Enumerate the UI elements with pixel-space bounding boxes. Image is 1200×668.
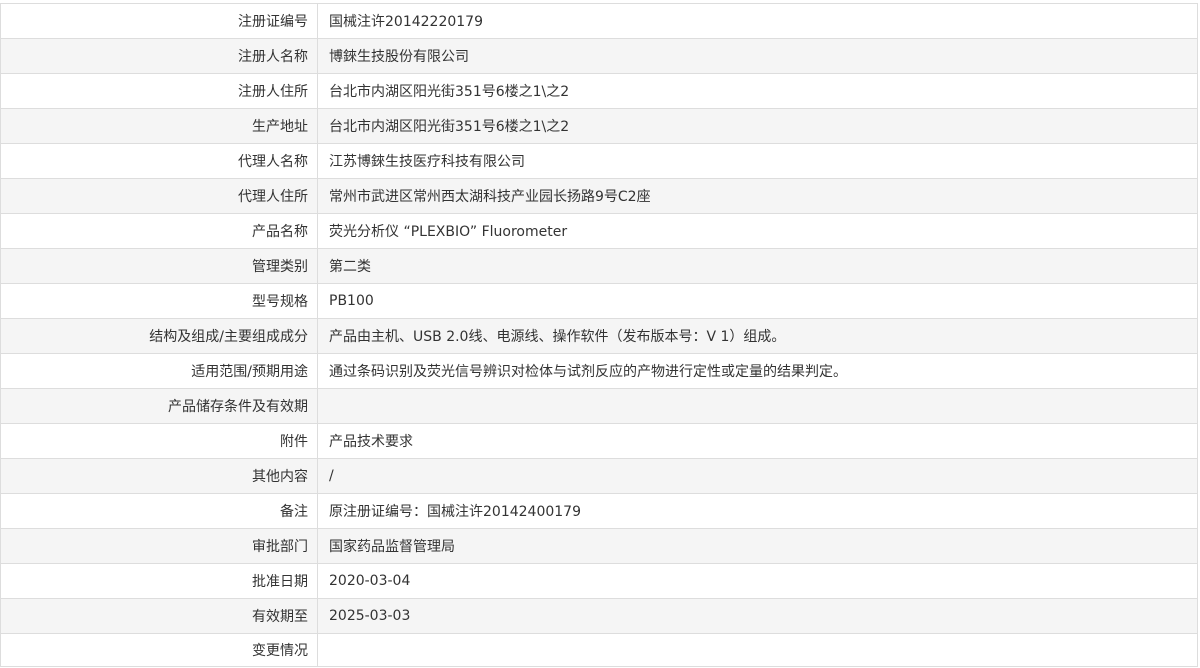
field-label: 注册人住所 (0, 73, 318, 109)
table-row: 附件 产品技术要求 (0, 423, 1198, 459)
field-label: 适用范围/预期用途 (0, 353, 318, 389)
field-value (317, 388, 1198, 424)
field-label: 有效期至 (0, 598, 318, 634)
table-row: 管理类别 第二类 (0, 248, 1198, 284)
field-label: 注册证编号 (0, 3, 318, 39)
table-row: 产品名称 荧光分析仪 “PLEXBIO” Fluorometer (0, 213, 1198, 249)
field-value: / (317, 458, 1198, 494)
field-label: 注册人名称 (0, 38, 318, 74)
field-value: 博錸生技股份有限公司 (317, 38, 1198, 74)
field-label: 生产地址 (0, 108, 318, 144)
field-value: 第二类 (317, 248, 1198, 284)
field-value: 江苏博錸生技医疗科技有限公司 (317, 143, 1198, 179)
field-label: 代理人住所 (0, 178, 318, 214)
field-label: 其他内容 (0, 458, 318, 494)
table-row: 适用范围/预期用途 通过条码识别及荧光信号辨识对检体与试剂反应的产物进行定性或定… (0, 353, 1198, 389)
field-label: 附件 (0, 423, 318, 459)
table-row: 注册人住所 台北市内湖区阳光街351号6楼之1\之2 (0, 73, 1198, 109)
field-label: 审批部门 (0, 528, 318, 564)
table-row: 批准日期 2020-03-04 (0, 563, 1198, 599)
table-row: 其他内容 / (0, 458, 1198, 494)
field-value: 产品由主机、USB 2.0线、电源线、操作软件（发布版本号：V 1）组成。 (317, 318, 1198, 354)
field-label: 产品名称 (0, 213, 318, 249)
field-label: 管理类别 (0, 248, 318, 284)
table-row: 注册证编号 国械注许20142220179 (0, 3, 1198, 39)
table-row: 有效期至 2025-03-03 (0, 598, 1198, 634)
table-row: 变更情况 (0, 633, 1198, 667)
field-value: 2020-03-04 (317, 563, 1198, 599)
field-label: 批准日期 (0, 563, 318, 599)
table-row: 注册人名称 博錸生技股份有限公司 (0, 38, 1198, 74)
field-label: 备注 (0, 493, 318, 529)
field-value: 常州市武进区常州西太湖科技产业园长扬路9号C2座 (317, 178, 1198, 214)
table-row: 生产地址 台北市内湖区阳光街351号6楼之1\之2 (0, 108, 1198, 144)
field-label: 型号规格 (0, 283, 318, 319)
table-row: 代理人住所 常州市武进区常州西太湖科技产业园长扬路9号C2座 (0, 178, 1198, 214)
registration-record-table: 注册证编号 国械注许20142220179 注册人名称 博錸生技股份有限公司 注… (0, 3, 1198, 667)
table-row: 审批部门 国家药品监督管理局 (0, 528, 1198, 564)
table-row: 产品储存条件及有效期 (0, 388, 1198, 424)
table-row: 结构及组成/主要组成成分 产品由主机、USB 2.0线、电源线、操作软件（发布版… (0, 318, 1198, 354)
field-value (317, 633, 1198, 667)
field-label: 结构及组成/主要组成成分 (0, 318, 318, 354)
field-label: 代理人名称 (0, 143, 318, 179)
field-value: 国家药品监督管理局 (317, 528, 1198, 564)
field-value: 产品技术要求 (317, 423, 1198, 459)
field-label: 产品储存条件及有效期 (0, 388, 318, 424)
field-value: 通过条码识别及荧光信号辨识对检体与试剂反应的产物进行定性或定量的结果判定。 (317, 353, 1198, 389)
field-value: 荧光分析仪 “PLEXBIO” Fluorometer (317, 213, 1198, 249)
field-value: 国械注许20142220179 (317, 3, 1198, 39)
field-label: 变更情况 (0, 633, 318, 667)
field-value: PB100 (317, 283, 1198, 319)
field-value: 原注册证编号：国械注许20142400179 (317, 493, 1198, 529)
field-value: 台北市内湖区阳光街351号6楼之1\之2 (317, 108, 1198, 144)
table-row: 备注 原注册证编号：国械注许20142400179 (0, 493, 1198, 529)
field-value: 2025-03-03 (317, 598, 1198, 634)
table-row: 型号规格 PB100 (0, 283, 1198, 319)
table-row: 代理人名称 江苏博錸生技医疗科技有限公司 (0, 143, 1198, 179)
field-value: 台北市内湖区阳光街351号6楼之1\之2 (317, 73, 1198, 109)
